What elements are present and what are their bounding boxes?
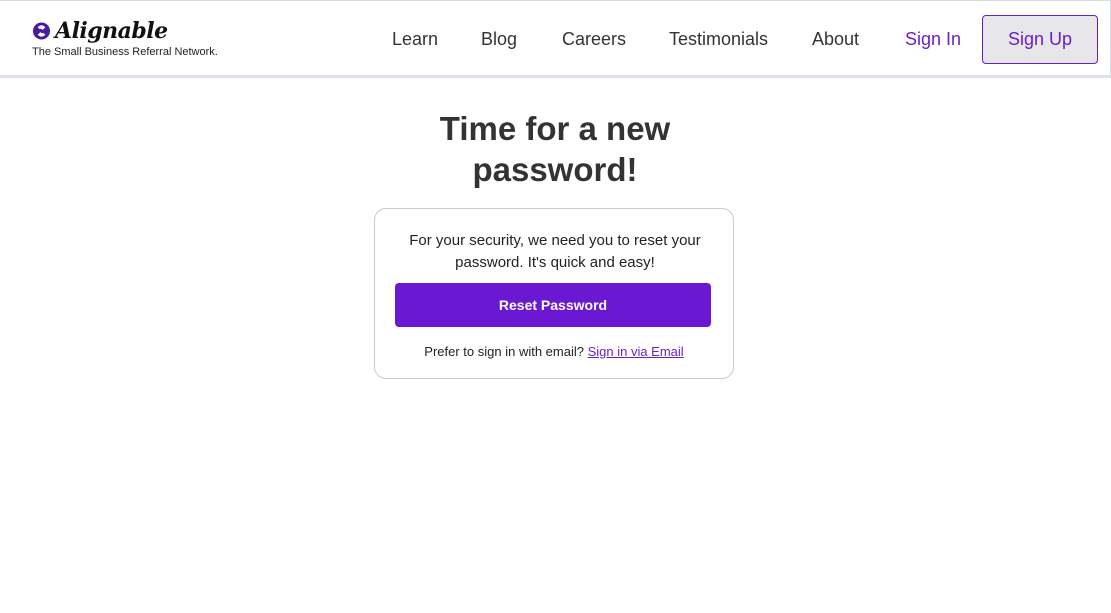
brand-logo[interactable]: Alignable The Small Business Referral Ne…	[32, 17, 218, 58]
security-message: For your security, we need you to reset …	[409, 232, 701, 271]
nav-testimonials[interactable]: Testimonials	[669, 15, 768, 63]
site-header: Alignable The Small Business Referral Ne…	[0, 0, 1111, 78]
sign-up-button[interactable]: Sign Up	[982, 15, 1098, 64]
reset-password-button[interactable]: Reset Password	[395, 283, 711, 327]
brand-tagline: The Small Business Referral Network.	[32, 46, 218, 58]
brand-name: Alignable	[55, 18, 168, 44]
alt-signin-line: Prefer to sign in with email? Sign in vi…	[375, 343, 733, 361]
nav-blog[interactable]: Blog	[481, 15, 517, 63]
nav-about[interactable]: About	[812, 15, 859, 63]
nav-careers[interactable]: Careers	[562, 15, 626, 63]
alignable-logo-icon	[32, 22, 51, 40]
logo-row: Alignable	[32, 17, 218, 45]
page-title: Time for a new password!	[439, 110, 671, 188]
sign-in-link[interactable]: Sign In	[905, 15, 961, 63]
reset-card: For your security, we need you to reset …	[374, 208, 734, 379]
alt-signin-prompt: Prefer to sign in with email?	[424, 344, 584, 359]
sign-in-via-email-link[interactable]: Sign in via Email	[588, 344, 684, 359]
nav-learn[interactable]: Learn	[392, 15, 438, 63]
